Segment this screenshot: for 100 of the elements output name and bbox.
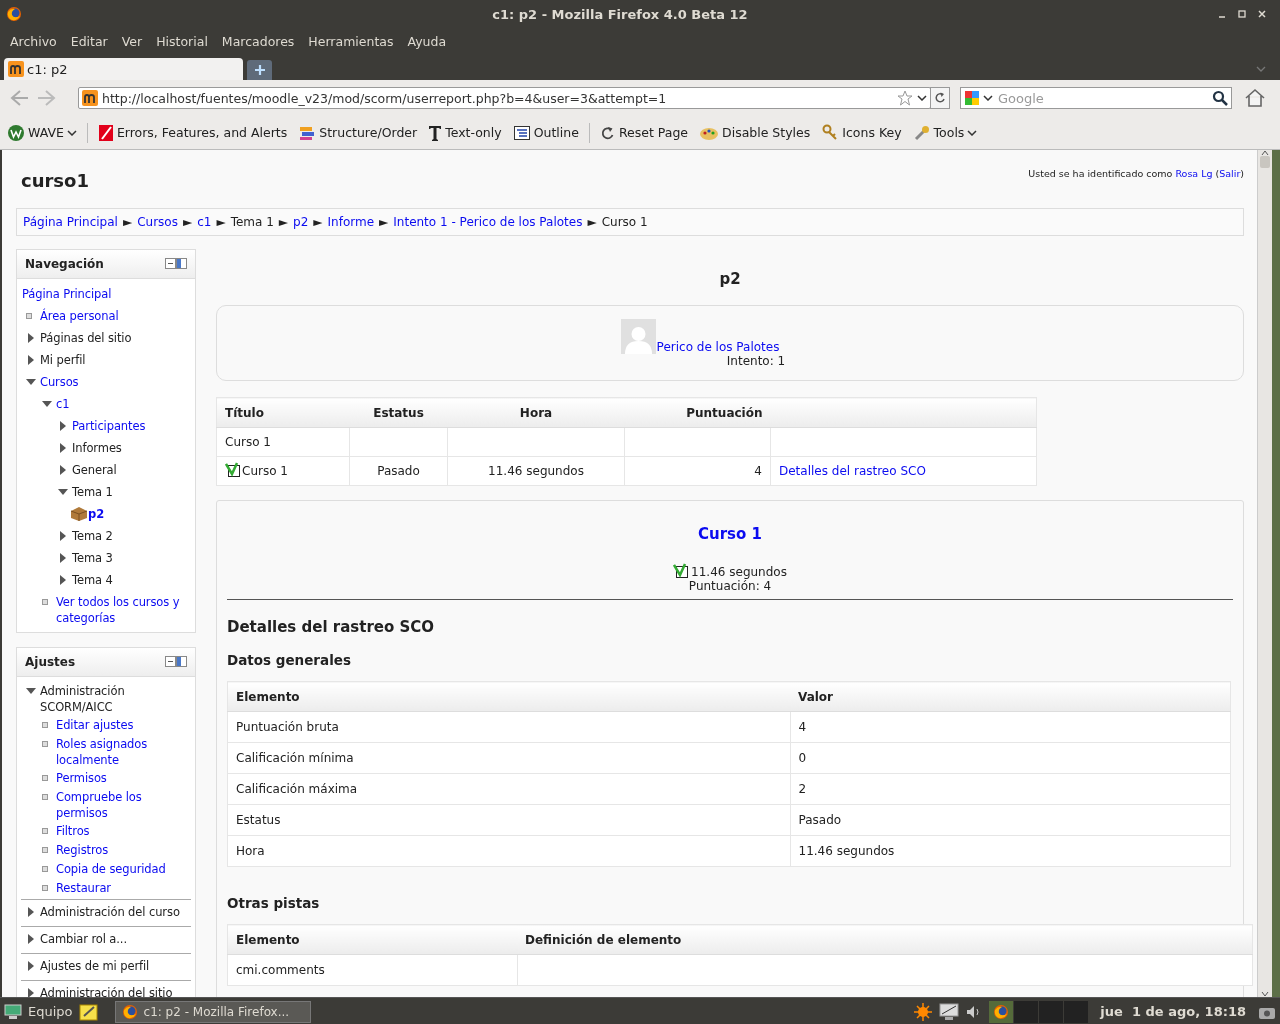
- nav-label[interactable]: Administración del sitio: [40, 985, 173, 997]
- breadcrumb-link[interactable]: Intento 1 - Perico de los Palotes: [393, 215, 583, 229]
- expanded-arrow-icon[interactable]: [58, 487, 68, 497]
- sco-title-link[interactable]: Curso 1: [698, 525, 762, 543]
- expanded-arrow-icon[interactable]: [26, 377, 36, 387]
- collapsed-arrow-icon[interactable]: [58, 575, 68, 585]
- notepad-icon[interactable]: [78, 1002, 99, 1021]
- scroll-up-icon[interactable]: [1261, 150, 1269, 156]
- nav-link[interactable]: Compruebe los permisos: [56, 789, 191, 821]
- computer-icon[interactable]: [4, 1003, 22, 1020]
- search-field[interactable]: Google: [996, 89, 1209, 107]
- close-icon[interactable]: [1258, 10, 1266, 18]
- nav-link[interactable]: Cursos: [40, 374, 79, 390]
- nav-label[interactable]: Mi perfil: [40, 352, 86, 368]
- maximize-icon[interactable]: [1238, 10, 1246, 18]
- nav-label[interactable]: Cambiar rol a...: [40, 931, 127, 947]
- workspace-tile[interactable]: [1064, 1000, 1089, 1023]
- nav-label[interactable]: Administración SCORM/AICC: [40, 683, 191, 715]
- monitor-icon[interactable]: [939, 1002, 960, 1021]
- bookmark-star-icon[interactable]: [897, 90, 913, 106]
- menu-item[interactable]: Editar: [70, 31, 108, 51]
- nav-link[interactable]: Página Principal: [22, 286, 112, 302]
- collapsed-arrow-icon[interactable]: [26, 907, 36, 917]
- taskbar-window-button[interactable]: c1: p2 - Mozilla Firefox...: [114, 1000, 311, 1023]
- menu-item[interactable]: Herramientas: [308, 31, 394, 51]
- tab-list-icon[interactable]: [1256, 66, 1266, 72]
- nav-link[interactable]: Permisos: [56, 770, 107, 786]
- nav-label[interactable]: Tema 2: [72, 528, 113, 544]
- nav-label[interactable]: Páginas del sitio: [40, 330, 132, 346]
- scrollbar-thumb[interactable]: [1260, 156, 1270, 168]
- collapsed-arrow-icon[interactable]: [26, 934, 36, 944]
- menu-item[interactable]: Ver: [121, 31, 143, 51]
- nav-link[interactable]: Ver todos los cursos y categorías: [56, 594, 191, 626]
- nav-link[interactable]: Copia de seguridad: [56, 861, 166, 877]
- user-link[interactable]: Perico de los Palotes: [656, 339, 780, 354]
- address-bar[interactable]: http://localhost/fuentes/moodle_v23/mod/scorm/userreport.php?b=4&user=3&attempt=1: [78, 87, 931, 109]
- nav-label[interactable]: General: [72, 462, 117, 478]
- toolbar-button[interactable]: Errors, Features, and Alerts: [96, 121, 289, 144]
- sun-icon[interactable]: [913, 1001, 934, 1022]
- nav-link[interactable]: c1: [56, 396, 70, 412]
- menu-item[interactable]: Archivo: [10, 31, 57, 51]
- nav-label[interactable]: Informes: [72, 440, 122, 456]
- scrollbar[interactable]: [1257, 150, 1272, 997]
- menu-item[interactable]: Historial: [156, 31, 208, 51]
- nav-link[interactable]: Registros: [56, 842, 109, 858]
- block-controls-icon[interactable]: [165, 258, 187, 270]
- toolbar-button[interactable]: WAVE: [6, 121, 78, 144]
- nav-link[interactable]: Restaurar: [56, 880, 111, 896]
- workspace-tile[interactable]: [1039, 1000, 1064, 1023]
- breadcrumb-link[interactable]: c1: [197, 215, 212, 229]
- nav-link[interactable]: Área personal: [40, 308, 119, 324]
- breadcrumb-link[interactable]: Cursos: [137, 215, 178, 229]
- nav-label[interactable]: Ajustes de mi perfil: [40, 958, 150, 974]
- search-engine-icon[interactable]: [964, 90, 980, 106]
- expanded-arrow-icon[interactable]: [26, 686, 36, 696]
- user-link[interactable]: Rosa Lg: [1175, 168, 1213, 179]
- nav-label[interactable]: Tema 4: [72, 572, 113, 588]
- toolbar-button[interactable]: Text-only: [427, 121, 503, 144]
- workspace-tile[interactable]: [1014, 1000, 1039, 1023]
- toolbar-button[interactable]: Structure/Order: [297, 121, 419, 144]
- breadcrumb-link[interactable]: Página Principal: [23, 215, 118, 229]
- nav-label[interactable]: Tema 1: [72, 484, 113, 500]
- collapsed-arrow-icon[interactable]: [26, 333, 36, 343]
- breadcrumb-link[interactable]: p2: [293, 215, 309, 229]
- nav-label[interactable]: Administración del curso: [40, 904, 180, 920]
- nav-link[interactable]: Editar ajustes: [56, 717, 134, 733]
- toolbar-button[interactable]: Disable Styles: [698, 122, 812, 143]
- collapsed-arrow-icon[interactable]: [58, 465, 68, 475]
- nav-link[interactable]: Roles asignados localmente: [56, 736, 191, 768]
- start-label[interactable]: Equipo: [28, 1004, 73, 1019]
- reload-button[interactable]: [930, 87, 950, 109]
- nav-label[interactable]: Tema 3: [72, 550, 113, 566]
- toolbar-button[interactable]: Outline: [511, 121, 580, 144]
- nav-link[interactable]: Participantes: [72, 418, 146, 434]
- scroll-down-icon[interactable]: [1261, 991, 1269, 997]
- toolbar-button[interactable]: Tools: [911, 121, 979, 144]
- toolbar-button[interactable]: Icons Key: [820, 121, 903, 144]
- expanded-arrow-icon[interactable]: [42, 399, 52, 409]
- breadcrumb-link[interactable]: Informe: [327, 215, 375, 229]
- menu-item[interactable]: Ayuda: [407, 31, 447, 51]
- search-icon[interactable]: [1212, 90, 1228, 106]
- block-controls-icon[interactable]: [165, 656, 187, 668]
- collapsed-arrow-icon[interactable]: [58, 531, 68, 541]
- nav-link[interactable]: Filtros: [56, 823, 90, 839]
- nav-link[interactable]: p2: [88, 506, 105, 522]
- column-header: Hora: [447, 397, 625, 428]
- workspace-tile[interactable]: [989, 1000, 1014, 1023]
- collapsed-arrow-icon[interactable]: [58, 553, 68, 563]
- collapsed-arrow-icon[interactable]: [26, 988, 36, 997]
- toolbar-button[interactable]: Reset Page: [598, 122, 690, 143]
- collapsed-arrow-icon[interactable]: [58, 443, 68, 453]
- new-tab-button[interactable]: [247, 60, 272, 80]
- browser-tab[interactable]: c1: p2: [4, 58, 243, 80]
- collapsed-arrow-icon[interactable]: [58, 421, 68, 431]
- collapsed-arrow-icon[interactable]: [26, 355, 36, 365]
- home-icon[interactable]: [1244, 88, 1266, 108]
- menu-item[interactable]: Marcadores: [221, 31, 295, 51]
- search-bar[interactable]: Google: [960, 87, 1232, 109]
- column-header: Título: [216, 397, 350, 428]
- collapsed-arrow-icon[interactable]: [26, 961, 36, 971]
